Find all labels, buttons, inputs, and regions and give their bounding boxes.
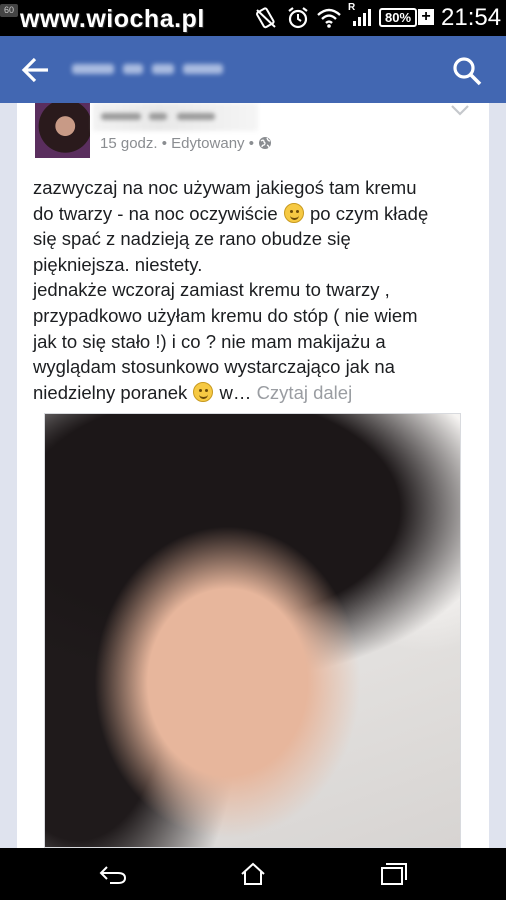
status-bar: 60 www.wiocha.pl R 80% + 21:54 (0, 0, 506, 36)
alarm-icon (288, 7, 308, 29)
author-name-blurred[interactable] (93, 103, 258, 131)
chevron-down-icon[interactable] (450, 103, 470, 117)
watermark-text: www.wiocha.pl (20, 5, 205, 33)
app-bar (0, 36, 506, 103)
wifi-icon (317, 8, 341, 28)
recent-apps-icon[interactable] (378, 862, 408, 886)
winking-emoji-icon (283, 202, 304, 223)
watermark-badge: 60 (0, 4, 18, 17)
post-meta: 15 godz. • Edytowany • (100, 135, 272, 152)
back-nav-icon[interactable] (98, 862, 128, 886)
post-text-part2: po czym kładę się spać z nadzieją ze ran… (33, 202, 429, 403)
page-title-blurred (72, 58, 234, 80)
signal-icon (353, 9, 371, 26)
no-sound-icon (256, 7, 276, 29)
home-nav-icon[interactable] (238, 862, 268, 886)
post-photo[interactable] (44, 413, 461, 848)
globe-icon (259, 137, 272, 149)
smiling-emoji-icon (193, 381, 214, 402)
charging-icon: + (418, 9, 434, 25)
post-text: zazwyczaj na noc używam jakiegoś tam kre… (33, 175, 473, 405)
read-more-link[interactable]: Czytaj dalej (257, 382, 353, 403)
back-arrow-icon[interactable] (20, 54, 52, 86)
post-time[interactable]: 15 godz. (100, 135, 158, 152)
meta-separator: • (161, 135, 167, 152)
post-card: 15 godz. • Edytowany • zazwyczaj na noc … (17, 103, 489, 848)
meta-separator: • (248, 135, 254, 152)
navigation-bar (0, 848, 506, 900)
search-icon[interactable] (450, 54, 484, 88)
edited-label[interactable]: Edytowany (171, 135, 244, 152)
post-text-part3: w… (214, 381, 252, 403)
battery-icon: 80% (379, 8, 417, 27)
clock: 21:54 (441, 4, 502, 31)
avatar[interactable] (35, 103, 90, 158)
